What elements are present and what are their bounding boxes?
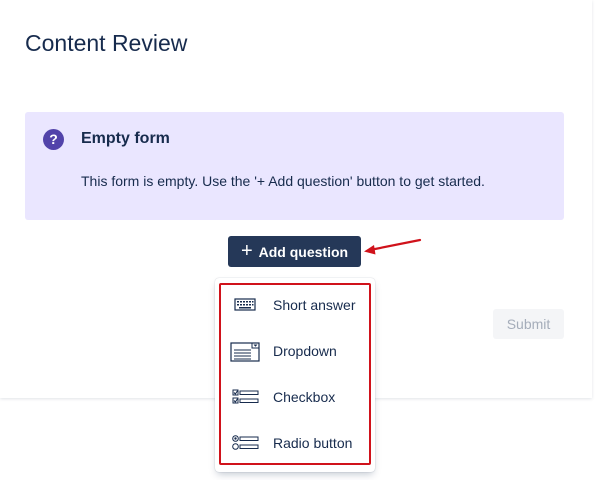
- question-circle-icon: ?: [43, 129, 64, 150]
- plus-icon: +: [240, 239, 253, 262]
- menu-item-label: Radio button: [273, 435, 353, 451]
- radio-list-icon: [230, 432, 260, 454]
- menu-item-checkbox[interactable]: Checkbox: [230, 385, 366, 409]
- menu-item-label: Short answer: [273, 297, 356, 313]
- menu-item-radio-button[interactable]: Radio button: [230, 431, 366, 455]
- add-question-label: Add question: [258, 243, 349, 260]
- empty-form-banner: ? Empty form This form is empty. Use the…: [25, 112, 564, 220]
- dropdown-select-icon: [230, 340, 260, 362]
- keyboard-icon: [230, 294, 260, 316]
- checkbox-list-icon: [230, 386, 260, 408]
- banner-title: Empty form: [81, 130, 170, 147]
- submit-button[interactable]: Submit: [493, 309, 564, 339]
- menu-item-short-answer[interactable]: Short answer: [230, 293, 366, 317]
- add-question-button[interactable]: + Add question: [228, 236, 361, 267]
- annotation-arrow-icon: [364, 238, 422, 255]
- banner-message: This form is empty. Use the '+ Add quest…: [81, 173, 485, 189]
- menu-item-label: Dropdown: [273, 343, 337, 359]
- menu-item-dropdown[interactable]: Dropdown: [230, 339, 366, 363]
- page-title: Content Review: [25, 30, 188, 56]
- menu-item-label: Checkbox: [273, 389, 336, 405]
